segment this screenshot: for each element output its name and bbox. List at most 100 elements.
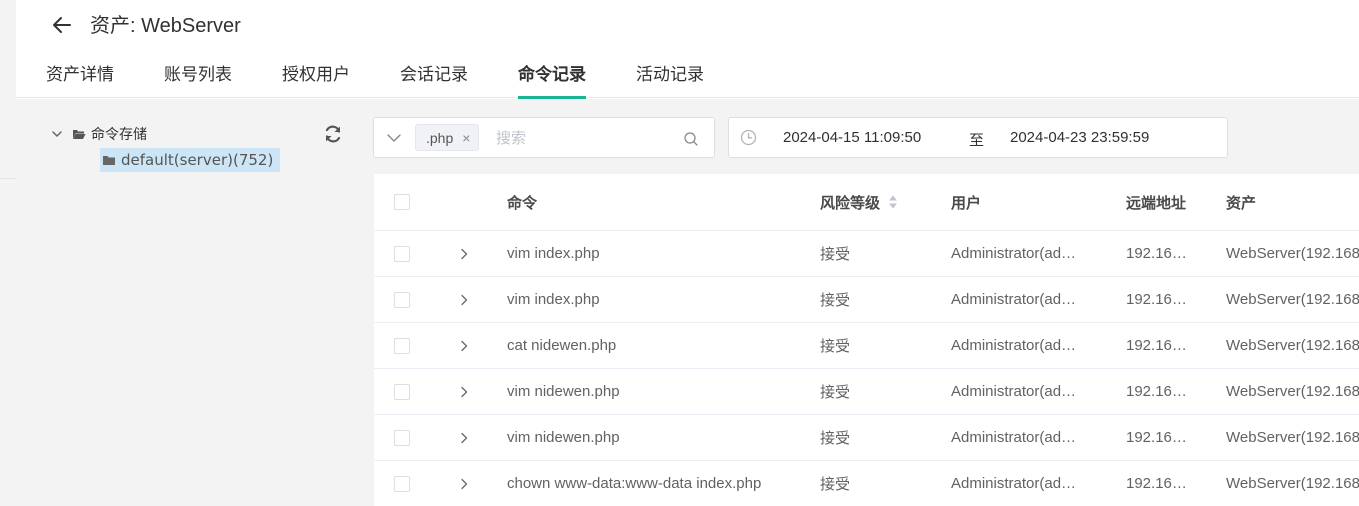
cell-user: Administrator(admin) — [951, 277, 1088, 322]
tab-account-list[interactable]: 账号列表 — [164, 62, 232, 98]
header-checkbox-cell — [394, 174, 410, 230]
column-header-asset: 资产 — [1226, 194, 1257, 212]
cell-user: Administrator(admin) — [951, 369, 1088, 414]
date-range-picker[interactable]: 2024-04-15 11:09:50 至 2024-04-23 23:59:5… — [728, 117, 1228, 158]
cell-remote-text: 192.168.1.1 — [1126, 429, 1192, 446]
cell-command: cat nidewen.php — [507, 337, 617, 354]
cell-remote: 192.168.1.1 — [1126, 323, 1192, 368]
row-checkbox[interactable] — [394, 383, 410, 400]
cell-asset: WebServer(192.168.1.1) — [1226, 323, 1359, 368]
table-row[interactable]: chown www-data:www-data index.php 接受 Adm… — [374, 461, 1359, 506]
table-row[interactable]: vim nidewen.php 接受 Administrator(admin) … — [374, 369, 1359, 415]
table-header-row: 命令 风险等级 用户 远端地址 资产 — [374, 174, 1359, 231]
cell-risk: 接受 — [820, 338, 851, 355]
cell-remote-text: 192.168.1.1 — [1126, 475, 1192, 492]
folder-icon — [103, 156, 115, 165]
tab-session-records[interactable]: 会话记录 — [400, 62, 468, 98]
row-checkbox[interactable] — [394, 429, 410, 446]
column-header-risk[interactable]: 风险等级 — [820, 174, 940, 230]
cell-remote-text: 192.168.1.1 — [1126, 383, 1192, 400]
chevron-right-icon[interactable] — [458, 432, 470, 444]
column-header-risk-label: 风险等级 — [820, 194, 881, 212]
tree-node-default-server[interactable]: default(server)(752) — [100, 148, 281, 172]
close-icon[interactable]: × — [462, 131, 470, 145]
back-arrow-icon[interactable] — [50, 13, 74, 37]
strip-divider — [0, 178, 16, 179]
search-icon[interactable] — [683, 131, 699, 147]
row-expand-cell — [458, 231, 470, 276]
row-checkbox[interactable] — [394, 291, 410, 308]
table-row[interactable]: cat nidewen.php 接受 Administrator(admin) … — [374, 323, 1359, 369]
date-end-input[interactable]: 2024-04-23 23:59:59 — [1010, 129, 1149, 146]
table-row[interactable]: vim nidewen.php 接受 Administrator(admin) … — [374, 415, 1359, 461]
cell-command: vim index.php — [507, 291, 600, 308]
caret-down-icon[interactable] — [50, 127, 64, 141]
cell-asset: WebServer(192.168.1.1) — [1226, 369, 1359, 414]
date-start-input[interactable]: 2024-04-15 11:09:50 — [783, 129, 921, 146]
cell-asset: WebServer(192.168.1.1) — [1226, 415, 1359, 460]
column-header-remote: 远端地址 — [1126, 194, 1187, 212]
cell-remote-text: 192.168.1.1 — [1126, 337, 1192, 354]
cell-command: chown www-data:www-data index.php — [507, 475, 762, 492]
cell-asset-text: WebServer(192.168.1.1) — [1226, 475, 1359, 492]
cell-asset-text: WebServer(192.168.1.1) — [1226, 383, 1359, 400]
chevron-right-icon[interactable] — [458, 340, 470, 352]
search-input[interactable] — [496, 126, 676, 150]
row-checkbox[interactable] — [394, 337, 410, 354]
tab-activity-records[interactable]: 活动记录 — [636, 62, 704, 98]
cell-command: vim nidewen.php — [507, 383, 620, 400]
cell-user-text: Administrator(admin) — [951, 337, 1088, 354]
sort-icon[interactable] — [888, 194, 898, 210]
tab-authorized-users[interactable]: 授权用户 — [282, 62, 350, 98]
row-checkbox-cell — [394, 323, 410, 368]
cell-risk: 接受 — [820, 246, 851, 263]
row-checkbox[interactable] — [394, 475, 410, 492]
refresh-icon[interactable] — [322, 123, 344, 145]
column-header-command: 命令 — [507, 194, 538, 212]
cell-user: Administrator(admin) — [951, 231, 1088, 276]
table-row[interactable]: vim index.php 接受 Administrator(admin) 19… — [374, 231, 1359, 277]
filter-tag-label: .php — [426, 129, 454, 146]
cell-user: Administrator(admin) — [951, 461, 1088, 506]
row-checkbox-cell — [394, 461, 410, 506]
tab-command-records[interactable]: 命令记录 — [518, 62, 586, 99]
tab-asset-details[interactable]: 资产详情 — [46, 62, 114, 98]
cell-asset: WebServer(192.168.1.1) — [1226, 277, 1359, 322]
table-row[interactable]: vim index.php 接受 Administrator(admin) 19… — [374, 277, 1359, 323]
page-header: 资产: WebServer 资产详情 账号列表 授权用户 会话记录 命令记录 活… — [16, 0, 1359, 99]
cell-risk: 接受 — [820, 384, 851, 401]
left-edge-strip — [0, 0, 16, 506]
row-expand-cell — [458, 323, 470, 368]
cell-user-text: Administrator(admin) — [951, 291, 1088, 308]
cell-asset-text: WebServer(192.168.1.1) — [1226, 429, 1359, 446]
cell-command: vim index.php — [507, 245, 600, 262]
cell-remote-text: 192.168.1.1 — [1126, 245, 1192, 262]
chevron-right-icon[interactable] — [458, 478, 470, 490]
chevron-right-icon[interactable] — [458, 386, 470, 398]
row-checkbox[interactable] — [394, 245, 410, 262]
row-checkbox-cell — [394, 231, 410, 276]
chevron-right-icon[interactable] — [458, 294, 470, 306]
cell-asset-text: WebServer(192.168.1.1) — [1226, 291, 1359, 308]
select-all-checkbox[interactable] — [394, 194, 410, 210]
row-expand-cell — [458, 369, 470, 414]
row-checkbox-cell — [394, 369, 410, 414]
cell-command: vim nidewen.php — [507, 429, 620, 446]
cell-user-text: Administrator(admin) — [951, 429, 1088, 446]
row-expand-cell — [458, 277, 470, 322]
cell-remote-text: 192.168.1.1 — [1126, 291, 1192, 308]
filter-search-box[interactable]: .php × — [373, 117, 715, 158]
page-title: 资产: WebServer — [90, 15, 241, 37]
cell-remote: 192.168.1.1 — [1126, 369, 1192, 414]
chevron-down-icon[interactable] — [386, 131, 402, 145]
filter-tag: .php × — [415, 124, 480, 151]
row-checkbox-cell — [394, 415, 410, 460]
cell-user-text: Administrator(admin) — [951, 383, 1088, 400]
cell-asset: WebServer(192.168.1.1) — [1226, 231, 1359, 276]
chevron-right-icon[interactable] — [458, 248, 470, 260]
clock-icon — [740, 129, 757, 146]
tab-bar: 资产详情 账号列表 授权用户 会话记录 命令记录 活动记录 — [46, 62, 754, 99]
command-table: 命令 风险等级 用户 远端地址 资产 vim index.php 接受 Admi… — [374, 174, 1359, 506]
cell-remote: 192.168.1.1 — [1126, 415, 1192, 460]
folder-open-icon — [73, 130, 86, 139]
